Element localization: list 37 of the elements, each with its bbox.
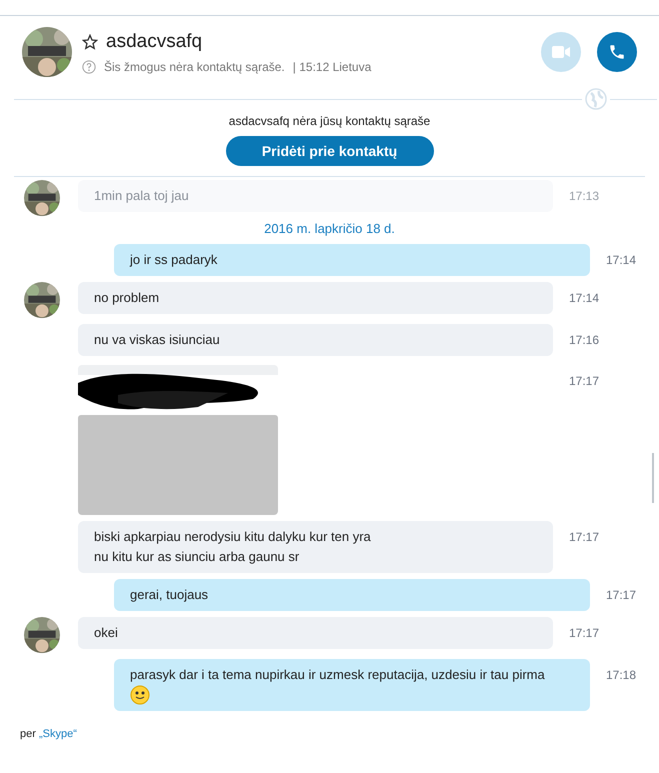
skype-link[interactable]: „Skype“: [38, 728, 77, 740]
message-text: nu kitu kur as siunciu arba gaunu sr: [94, 548, 300, 566]
avatar: [24, 616, 60, 652]
help-icon[interactable]: [82, 60, 96, 74]
message-text: parasyk dar i ta tema nupirkau ir uzmesk reputacija, uzdesiu ir tau pirma: [130, 666, 546, 684]
message-time: 17:17: [569, 624, 600, 640]
contact-name: asdacvsafq: [106, 30, 202, 54]
message-text: no problem: [94, 288, 160, 307]
message-time: 17:14: [606, 252, 638, 268]
message-time: 17:14: [569, 290, 600, 306]
message-time: 17:13: [569, 188, 600, 204]
contact-status: Šis žmogus nėra kontaktų sąraše.: [104, 59, 285, 76]
message-time: 17:18: [606, 666, 638, 682]
avatar: [22, 27, 72, 77]
message-text: nu va viskas isiunciau: [94, 330, 221, 348]
message-text: jo ir ss padaryk: [130, 250, 218, 269]
notice-text: asdacvsafq nėra jūsų kontaktų sąraše: [228, 113, 430, 130]
smiley-icon: [130, 684, 150, 704]
add-contact-button[interactable]: Pridėti prie kontaktų: [226, 136, 434, 166]
message-time: 17:17: [569, 372, 600, 388]
message-time: 17:17: [569, 528, 600, 544]
footer-text: per: [20, 728, 36, 740]
scrollbar[interactable]: [652, 453, 654, 503]
date-divider: 2016 m. lapkričio 18 d.: [263, 220, 396, 238]
message-text: biski apkarpiau nerodysiu kitu dalyku kur ten yra: [94, 528, 372, 546]
message-text: gerai, tuojaus: [130, 586, 210, 604]
message-text: 1min pala toj jau: [94, 187, 190, 205]
message-time: 17:16: [569, 332, 600, 348]
message-text: okei: [94, 624, 119, 642]
message-time: 17:17: [606, 586, 638, 602]
local-time: | 15:12 Lietuva: [292, 59, 372, 76]
call-button[interactable]: [597, 32, 637, 72]
avatar: [24, 282, 60, 318]
avatar: [24, 180, 60, 216]
phone-icon: [608, 43, 626, 61]
video-icon: [552, 46, 570, 58]
star-icon[interactable]: [82, 34, 98, 50]
